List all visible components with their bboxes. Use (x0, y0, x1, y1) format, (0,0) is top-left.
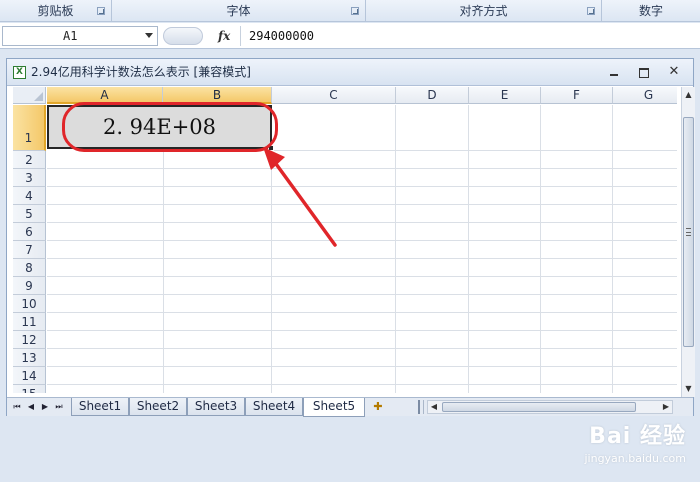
row-header-7[interactable]: 7 (13, 241, 46, 259)
last-sheet-icon[interactable]: ⏭ (53, 401, 65, 413)
grip-icon (686, 228, 691, 236)
row-header-14[interactable]: 14 (13, 367, 46, 385)
row-header-9[interactable]: 9 (13, 277, 46, 295)
gridline (395, 105, 396, 393)
column-header-e[interactable]: E (469, 87, 541, 104)
dialog-launcher-icon[interactable] (587, 7, 595, 15)
column-header-g[interactable]: G (613, 87, 677, 104)
ribbon-group-alignment: 对齐方式 (366, 0, 602, 22)
gridline (47, 186, 677, 187)
scroll-down-icon[interactable]: ▼ (682, 382, 695, 395)
row-header-4[interactable]: 4 (13, 187, 46, 205)
sheet-tab-sheet2[interactable]: Sheet2 (129, 398, 187, 416)
scroll-left-icon[interactable]: ◀ (428, 401, 440, 413)
gridline (47, 168, 677, 169)
ribbon-group-strip: 剪贴板 字体 对齐方式 数字 (0, 0, 700, 22)
chevron-down-icon[interactable] (145, 33, 153, 38)
row-header-3[interactable]: 3 (13, 169, 46, 187)
gridline (47, 204, 677, 205)
tab-split-handle[interactable] (418, 400, 424, 414)
sheet-tab-sheet5[interactable]: Sheet5 (303, 398, 365, 417)
row-header-11[interactable]: 11 (13, 313, 46, 331)
sheet-tab-sheet4[interactable]: Sheet4 (245, 398, 303, 416)
gridline (163, 151, 164, 393)
column-header-c[interactable]: C (272, 87, 396, 104)
gridline (47, 366, 677, 367)
gridline (47, 222, 677, 223)
previous-sheet-icon[interactable]: ◀ (25, 401, 37, 413)
gridline (271, 151, 272, 393)
next-sheet-icon[interactable]: ▶ (39, 401, 51, 413)
sheet-tab-bar: ⏮ ◀ ▶ ⏭ Sheet1 Sheet2 Sheet3 Sheet4 Shee… (7, 397, 693, 417)
formula-bar-resize-handle[interactable] (163, 27, 203, 45)
gridline (47, 240, 677, 241)
dialog-launcher-icon[interactable] (351, 7, 359, 15)
first-sheet-icon[interactable]: ⏮ (11, 401, 23, 413)
insert-sheet-icon[interactable]: ✚ (369, 400, 387, 414)
sheet-tab-sheet3[interactable]: Sheet3 (187, 398, 245, 416)
gridline (47, 348, 677, 349)
column-header-d[interactable]: D (396, 87, 469, 104)
vertical-scrollbar[interactable]: ▲ ▼ (681, 87, 695, 397)
baidu-jingyan-watermark: Bai 经验 jingyan.baidu.com (506, 418, 686, 480)
gridline (47, 312, 677, 313)
vertical-scroll-thumb[interactable] (683, 117, 694, 347)
gridline (47, 276, 677, 277)
ribbon-group-number: 数字 (602, 0, 700, 22)
workbook-title: 2.94亿用科学计数法怎么表示 [兼容模式] (31, 65, 251, 79)
scroll-right-icon[interactable]: ▶ (660, 401, 672, 413)
dialog-launcher-icon[interactable] (97, 7, 105, 15)
row-header-13[interactable]: 13 (13, 349, 46, 367)
row-header-12[interactable]: 12 (13, 331, 46, 349)
scroll-up-icon[interactable]: ▲ (682, 88, 695, 101)
formula-bar: A1 fx 294000000 (0, 23, 700, 49)
workbook-window: X 2.94亿用科学计数法怎么表示 [兼容模式] ✕ A B C D E F G… (6, 58, 695, 417)
gridline (47, 384, 677, 385)
row-header-1[interactable]: 1 (13, 105, 46, 151)
horizontal-scroll-thumb[interactable] (442, 402, 636, 412)
workbook-title-bar: X 2.94亿用科学计数法怎么表示 [兼容模式] ✕ (7, 59, 693, 86)
row-header-15[interactable]: 15 (13, 385, 46, 393)
watermark-logo: Bai 经验 (589, 424, 686, 449)
row-header-2[interactable]: 2 (13, 151, 46, 169)
ribbon-group-label: 字体 (226, 4, 251, 18)
sheet-tab-sheet1[interactable]: Sheet1 (71, 398, 129, 416)
gridline (47, 294, 677, 295)
gridline (272, 150, 677, 151)
row-header-5[interactable]: 5 (13, 205, 46, 223)
gridline (612, 105, 613, 393)
ribbon-group-font: 字体 (112, 0, 366, 22)
excel-icon: X (13, 66, 26, 79)
close-icon[interactable]: ✕ (667, 65, 681, 79)
column-header-f[interactable]: F (541, 87, 613, 104)
gridline (540, 105, 541, 393)
row-header-6[interactable]: 6 (13, 223, 46, 241)
insert-function-icon[interactable]: fx (218, 26, 238, 46)
horizontal-scrollbar[interactable]: ◀ ▶ (427, 400, 673, 414)
row-header-8[interactable]: 8 (13, 259, 46, 277)
ribbon-group-label: 数字 (638, 4, 663, 18)
select-all-corner[interactable] (13, 87, 46, 104)
gridline (468, 105, 469, 393)
gridline (47, 330, 677, 331)
highlight-circle (62, 102, 278, 152)
ribbon-group-label: 对齐方式 (459, 4, 508, 18)
minimize-icon[interactable] (607, 65, 621, 79)
spreadsheet-grid[interactable]: A B C D E F G 1 2 3 4 5 6 7 8 9 10 11 12… (13, 87, 677, 393)
gridline (47, 258, 677, 259)
row-header-10[interactable]: 10 (13, 295, 46, 313)
name-box[interactable]: A1 (2, 26, 158, 46)
formula-input[interactable]: 294000000 (240, 26, 696, 46)
ribbon-group-clipboard: 剪贴板 (0, 0, 112, 22)
watermark-url: jingyan.baidu.com (584, 452, 686, 465)
restore-icon[interactable] (637, 65, 651, 79)
name-box-value: A1 (63, 29, 78, 43)
ribbon-group-label: 剪贴板 (37, 4, 74, 18)
